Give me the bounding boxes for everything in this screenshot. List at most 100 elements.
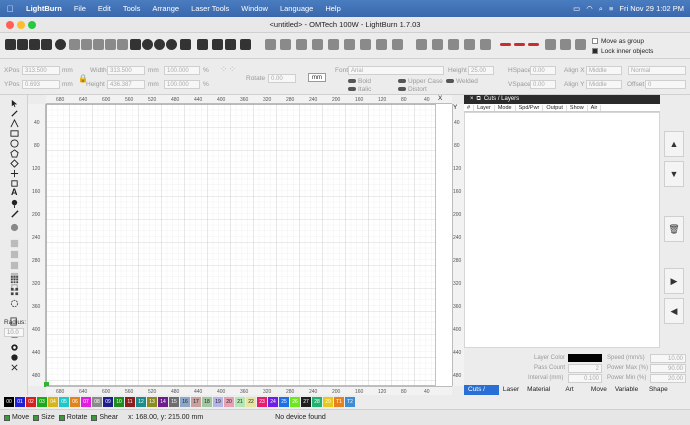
palette-swatch[interactable]: 06	[70, 397, 80, 407]
tab-shape-properties[interactable]: Shape Prope...	[645, 385, 690, 403]
welded-toggle[interactable]: Welded	[446, 78, 478, 85]
paste-icon[interactable]	[105, 39, 116, 50]
menu-app[interactable]: LightBurn	[20, 4, 68, 13]
import-icon[interactable]	[55, 39, 66, 50]
tab-laser[interactable]: Laser	[499, 385, 523, 395]
palette-swatch[interactable]: 02	[26, 397, 36, 407]
distort-toggle[interactable]: Distort	[398, 86, 427, 93]
distribute-h-icon[interactable]	[360, 39, 371, 50]
align-top-icon[interactable]	[296, 39, 307, 50]
palette-swatch[interactable]: T2	[345, 397, 355, 407]
menu-window[interactable]: Window	[235, 4, 274, 13]
tab-material-library[interactable]: Material Li...	[523, 385, 561, 403]
tab-move[interactable]: Move	[587, 385, 611, 395]
distribute-v-icon[interactable]	[376, 39, 387, 50]
palette-swatch[interactable]: 03	[37, 397, 47, 407]
snap-left-icon[interactable]	[500, 43, 511, 46]
palette-swatch[interactable]: 10	[114, 397, 124, 407]
search-icon[interactable]: ⌕	[599, 4, 603, 14]
text-style-select[interactable]: Normal	[628, 66, 686, 75]
palette-swatch[interactable]: 14	[158, 397, 168, 407]
palette-swatch[interactable]: 26	[290, 397, 300, 407]
same-width-icon[interactable]	[392, 39, 403, 50]
radius-input[interactable]: 10.0	[4, 328, 24, 337]
rotate-input[interactable]: 0.00	[268, 74, 296, 83]
palette-swatch[interactable]: 05	[59, 397, 69, 407]
polygon-alt-icon[interactable]	[10, 159, 19, 168]
grid-array-icon[interactable]	[10, 287, 19, 296]
hspace-input[interactable]: 0.00	[530, 66, 556, 75]
palette-swatch[interactable]: 23	[257, 397, 267, 407]
height-percent-input[interactable]: 100.000	[164, 80, 200, 89]
layer-color-swatch[interactable]	[568, 354, 602, 362]
offset-path-icon[interactable]	[10, 169, 19, 178]
ypos-input[interactable]: 0.693	[22, 80, 60, 89]
text-height-input[interactable]: 25.00	[468, 66, 494, 75]
zoom-window-icon[interactable]	[28, 21, 36, 29]
array-grid-icon[interactable]	[10, 275, 19, 284]
crop-icon[interactable]	[560, 39, 571, 50]
height-input[interactable]: 436.387	[107, 80, 145, 89]
lock-inner-objects-checkbox[interactable]	[592, 48, 598, 54]
origin-grid-icon[interactable]: ⁘⁘	[220, 64, 237, 75]
menu-tools[interactable]: Tools	[117, 4, 147, 13]
move-as-group-checkbox[interactable]	[592, 38, 598, 44]
pass-count-input[interactable]: 2	[568, 364, 602, 373]
palette-swatch[interactable]: 08	[92, 397, 102, 407]
aligny-select[interactable]: Middle	[586, 80, 622, 89]
save-as-icon[interactable]	[41, 39, 52, 50]
rotate-toggle[interactable]: Rotate	[58, 414, 87, 421]
cut-icon[interactable]	[81, 39, 92, 50]
palette-swatch[interactable]: 19	[213, 397, 223, 407]
mirror-v-icon[interactable]	[464, 39, 475, 50]
select-icon[interactable]	[10, 99, 19, 108]
lock-inner-objects-option[interactable]: Lock inner objects	[592, 46, 653, 56]
palette-swatch[interactable]: 11	[125, 397, 135, 407]
new-file-icon[interactable]	[5, 39, 16, 50]
font-select[interactable]: Arial	[348, 66, 444, 75]
measure-icon[interactable]	[10, 209, 19, 218]
offset-input[interactable]: 0	[645, 80, 686, 89]
snap-center-icon[interactable]	[514, 43, 525, 46]
move-together-icon[interactable]	[416, 39, 427, 50]
control-center-icon[interactable]: ≡	[609, 4, 613, 13]
menu-edit[interactable]: Edit	[92, 4, 117, 13]
palette-swatch[interactable]: 17	[191, 397, 201, 407]
laser-icon[interactable]	[240, 39, 251, 50]
palette-swatch[interactable]: T1	[334, 397, 344, 407]
zoom-out-icon[interactable]	[154, 39, 165, 50]
position-laser-icon[interactable]	[10, 199, 19, 208]
align-left-icon[interactable]	[265, 39, 276, 50]
palette-swatch[interactable]: 18	[202, 397, 212, 407]
power-min-input[interactable]: 20.00	[650, 374, 686, 383]
alignx-select[interactable]: Middle	[586, 66, 622, 75]
align-bottom-icon[interactable]	[312, 39, 323, 50]
bold-toggle[interactable]: Bold	[348, 78, 371, 85]
palette-swatch[interactable]: 04	[48, 397, 58, 407]
undo-icon[interactable]	[69, 39, 80, 50]
rectangle-icon[interactable]	[10, 129, 19, 138]
minimize-window-icon[interactable]	[17, 21, 25, 29]
clock[interactable]: Fri Nov 29 1:02 PM	[619, 4, 684, 13]
move-toggle[interactable]: Move	[4, 414, 29, 421]
align-right-icon[interactable]	[280, 39, 291, 50]
camera-icon[interactable]	[180, 39, 191, 50]
workspace-canvas[interactable]	[44, 104, 452, 387]
palette-swatch[interactable]: 21	[235, 397, 245, 407]
panel-close-icon[interactable]: ×	[470, 96, 474, 102]
palette-swatch[interactable]: 22	[246, 397, 256, 407]
settings-icon[interactable]	[212, 39, 223, 50]
mirror-h-icon[interactable]	[448, 39, 459, 50]
draw-lines-icon[interactable]	[10, 119, 19, 128]
move-icon[interactable]	[130, 39, 141, 50]
speed-input[interactable]: 10.00	[650, 354, 686, 363]
palette-swatch[interactable]: 07	[81, 397, 91, 407]
palette-swatch[interactable]: 28	[312, 397, 322, 407]
zoom-in-icon[interactable]	[142, 39, 153, 50]
boolean-icon[interactable]	[10, 223, 19, 232]
menu-file[interactable]: File	[68, 4, 92, 13]
snap-right-icon[interactable]	[528, 43, 539, 46]
tab-cuts-layers[interactable]: Cuts / La...	[464, 385, 499, 403]
grid-icon[interactable]	[545, 39, 556, 50]
polygon-icon[interactable]	[10, 149, 19, 158]
